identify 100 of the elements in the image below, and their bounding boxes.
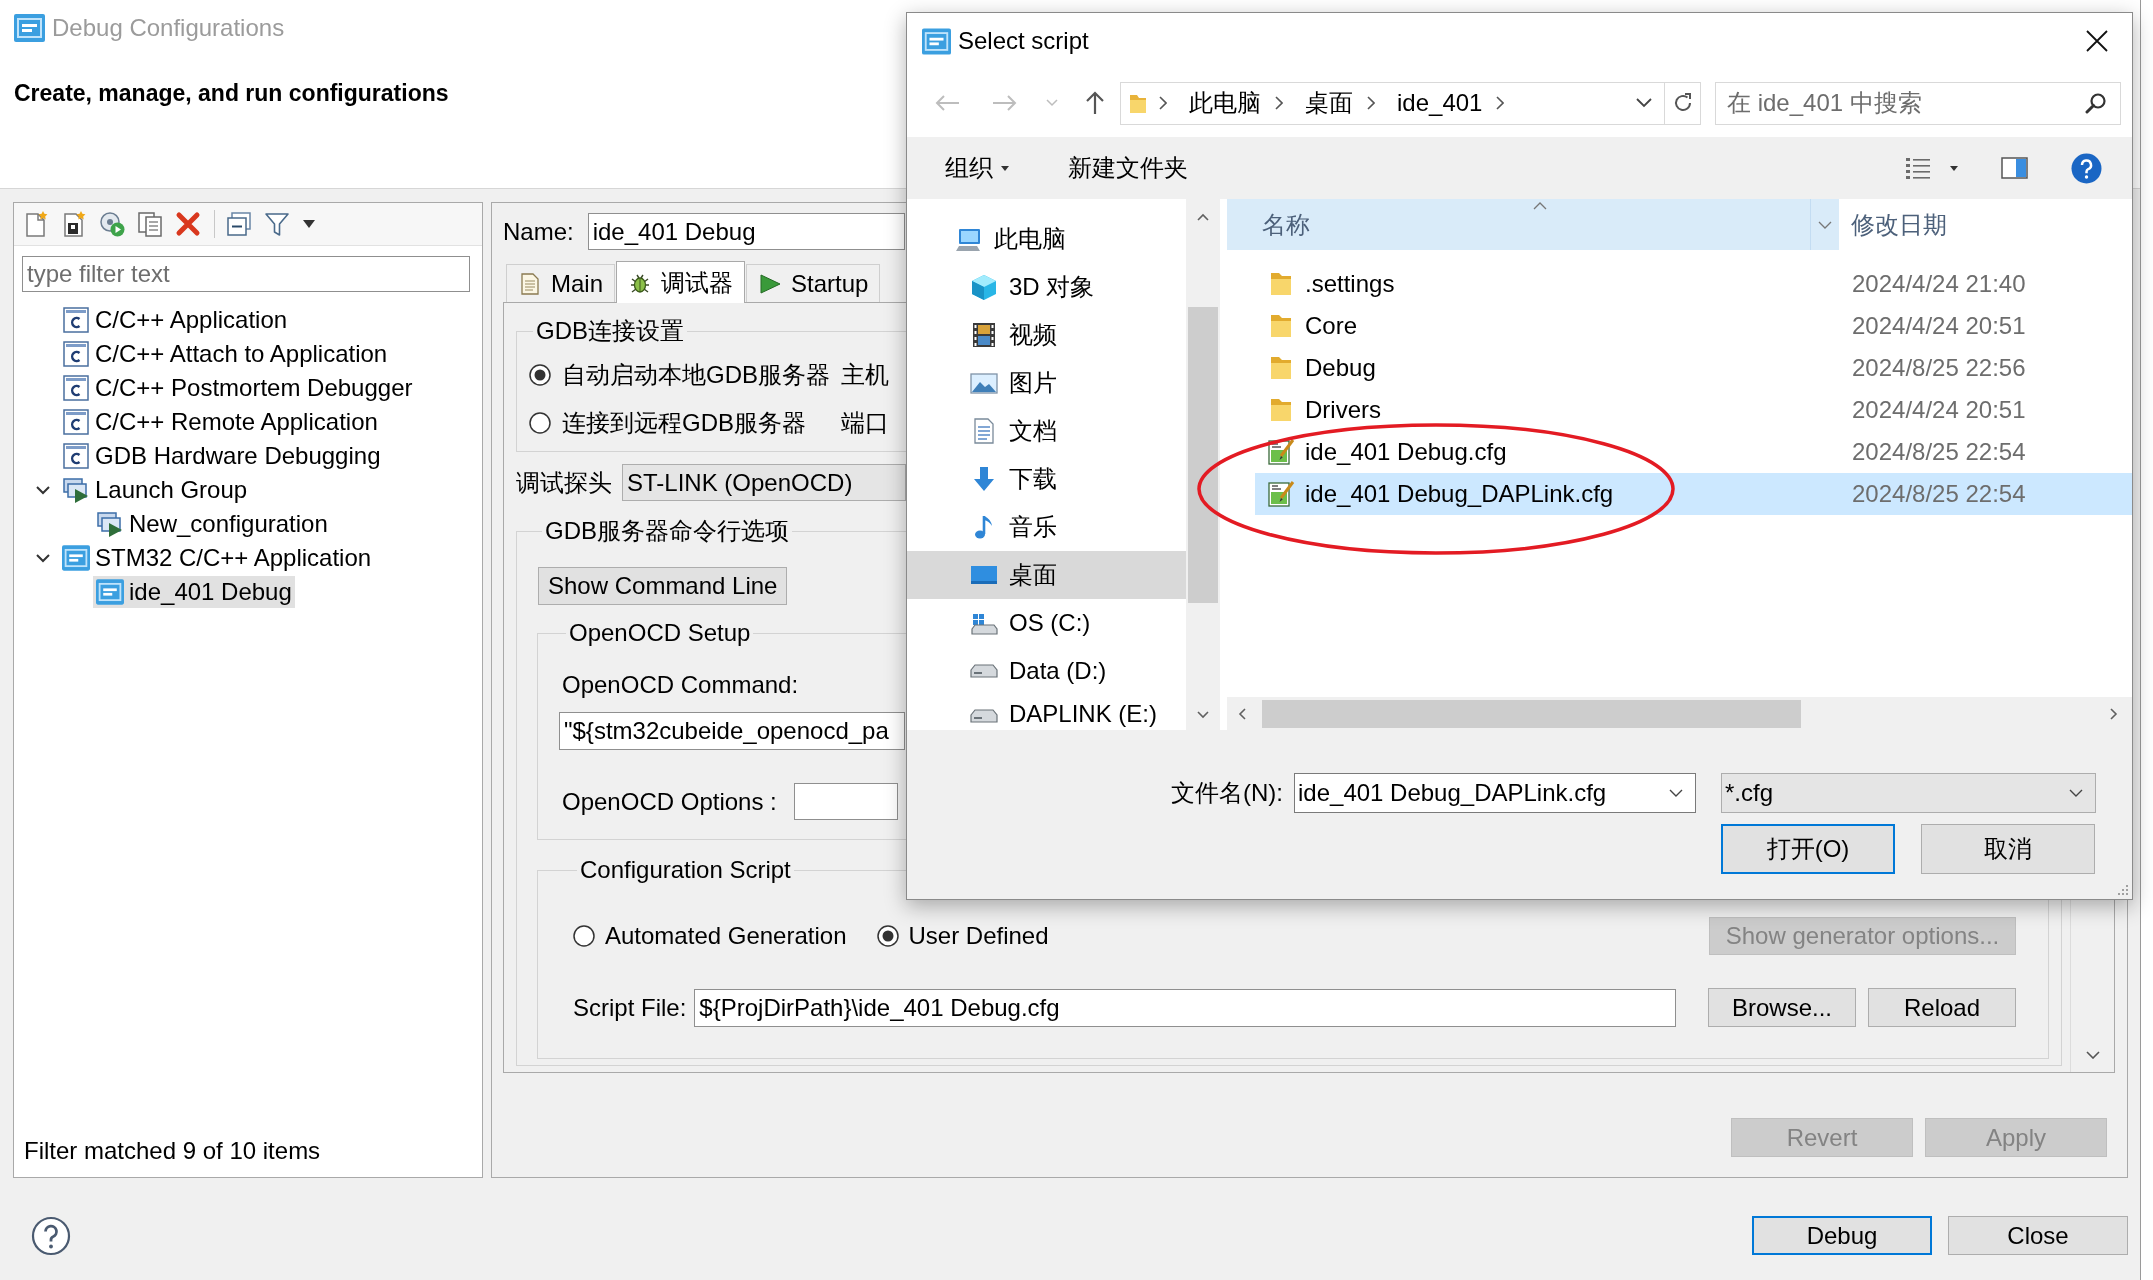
preview-pane-icon[interactable] bbox=[2001, 156, 2028, 180]
filter-status-text: Filter matched 9 of 10 items bbox=[24, 1136, 321, 1166]
options-field[interactable] bbox=[793, 783, 898, 820]
show-command-line-button[interactable]: Show Command Line bbox=[538, 567, 788, 605]
filter-field[interactable]: type filter text bbox=[22, 256, 470, 292]
radio-option[interactable]: 自动启动本地GDB服务器 bbox=[529, 360, 830, 390]
tree-item[interactable]: New_configuration bbox=[93, 508, 331, 540]
scrollbar-thumb[interactable] bbox=[1262, 699, 1801, 728]
tab[interactable]: Startup bbox=[746, 264, 881, 302]
chevron-right-icon[interactable] bbox=[1275, 96, 1283, 110]
tree-item[interactable]: ide_401 Debug bbox=[93, 576, 295, 608]
launch-group-icon bbox=[96, 510, 124, 538]
file-date: 2024/8/25 22:56 bbox=[1852, 353, 2026, 383]
collapse-all-icon[interactable] bbox=[225, 210, 253, 238]
file-name: Debug bbox=[1305, 353, 1376, 383]
file-date: 2024/4/24 21:40 bbox=[1852, 269, 2026, 299]
up-arrow-icon[interactable] bbox=[1085, 91, 1105, 115]
nav-item[interactable]: 视频 bbox=[907, 311, 1186, 359]
group-title: OpenOCD Setup bbox=[568, 618, 752, 648]
script-action-button[interactable]: Reload bbox=[1868, 988, 2016, 1027]
nav-item[interactable]: DAPLINK (E:) bbox=[907, 695, 1186, 729]
breadcrumb-item[interactable]: ide_401 bbox=[1397, 88, 1483, 118]
c-icon bbox=[62, 374, 90, 402]
file-row[interactable]: ide_401 Debug.cfg 2024/8/25 22:54 bbox=[1255, 431, 2132, 473]
chevron-right-icon[interactable] bbox=[1367, 96, 1375, 110]
tab[interactable]: Main bbox=[506, 264, 616, 302]
command-button[interactable]: 组织 bbox=[945, 153, 1009, 183]
nav-item[interactable]: 音乐 bbox=[907, 503, 1186, 551]
filter-icon[interactable] bbox=[263, 210, 291, 238]
play-icon bbox=[758, 271, 783, 296]
nav-item[interactable]: 下载 bbox=[907, 455, 1186, 503]
delete-icon[interactable] bbox=[174, 210, 202, 238]
help-icon[interactable] bbox=[31, 1216, 71, 1256]
tree-item[interactable]: Launch Group bbox=[59, 474, 251, 506]
file-name: .settings bbox=[1305, 269, 1395, 299]
drive-icon bbox=[970, 709, 998, 723]
script-file-field[interactable]: ${ProjDirPath}\ide_401 Debug.cfg bbox=[694, 988, 1676, 1027]
nav-item[interactable]: 3D 对象 bbox=[907, 263, 1186, 311]
tree-item[interactable]: C/C++ Application bbox=[59, 304, 291, 336]
search-field[interactable]: 在 ide_401 中搜索 bbox=[1715, 81, 2121, 125]
dialog-button[interactable]: Debug bbox=[1752, 1216, 1932, 1255]
dropdown-caret-icon[interactable] bbox=[303, 220, 315, 228]
dialog-button[interactable]: 打开(O) bbox=[1721, 824, 1895, 874]
scrollbar-thumb[interactable] bbox=[1188, 307, 1218, 603]
probe-dropdown[interactable]: ST-LINK (OpenOCD) bbox=[622, 464, 906, 501]
caret-down-icon[interactable] bbox=[1950, 165, 1958, 171]
history-chevron-icon[interactable] bbox=[1636, 98, 1652, 108]
window-title: Debug Configurations bbox=[52, 12, 285, 43]
nav-item[interactable]: 文档 bbox=[907, 407, 1186, 455]
tree-item[interactable]: C/C++ Attach to Application bbox=[59, 338, 391, 370]
search-icon[interactable] bbox=[2085, 91, 2107, 114]
file-row[interactable]: .settings 2024/4/24 21:40 bbox=[1255, 263, 2132, 305]
breadcrumb-item[interactable]: 桌面 bbox=[1305, 88, 1353, 118]
command-label: OpenOCD Command: bbox=[562, 670, 799, 700]
file-date: 2024/8/25 22:54 bbox=[1852, 479, 2026, 509]
nav-item[interactable]: OS (C:) bbox=[907, 599, 1186, 647]
nav-item[interactable]: 桌面 bbox=[907, 551, 1186, 599]
nav-item[interactable]: 图片 bbox=[907, 359, 1186, 407]
file-row[interactable]: Drivers 2024/4/24 20:51 bbox=[1255, 389, 2132, 431]
caret-down-icon bbox=[1001, 165, 1009, 171]
file-name-combo[interactable]: ide_401 Debug_DAPLink.cfg bbox=[1294, 773, 1696, 813]
address-bar[interactable]: 此电脑 桌面 ide_401 bbox=[1120, 81, 1701, 125]
name-field[interactable]: ide_401 Debug bbox=[587, 213, 905, 250]
dialog-button[interactable]: 取消 bbox=[1921, 824, 2095, 874]
launch-group-icon bbox=[62, 476, 90, 504]
radio-option[interactable]: User Defined bbox=[876, 921, 1049, 951]
document-icon bbox=[518, 271, 542, 296]
tree-item[interactable]: C/C++ Postmortem Debugger bbox=[59, 372, 416, 404]
column-menu-chevron-icon[interactable] bbox=[1818, 220, 1832, 229]
column-header[interactable]: 名称 bbox=[1227, 199, 1839, 250]
file-row[interactable]: ide_401 Debug_DAPLink.cfg 2024/8/25 22:54 bbox=[1255, 473, 2132, 515]
tree-item[interactable]: GDB Hardware Debugging bbox=[59, 440, 384, 472]
tree-item[interactable]: C/C++ Remote Application bbox=[59, 406, 381, 438]
duplicate-icon[interactable] bbox=[136, 210, 164, 238]
nav-item[interactable]: 此电脑 bbox=[907, 215, 1186, 263]
command-button[interactable]: 新建文件夹 bbox=[1068, 153, 1188, 183]
script-action-button[interactable]: Browse... bbox=[1708, 988, 1856, 1027]
file-type-combo[interactable]: *.cfg bbox=[1721, 773, 2096, 813]
radio-option[interactable]: 连接到远程GDB服务器 bbox=[529, 408, 806, 438]
file-row[interactable]: Core 2024/4/24 20:51 bbox=[1255, 305, 2132, 347]
tab[interactable]: 调试器 bbox=[616, 261, 746, 303]
file-row[interactable]: Debug 2024/8/25 22:56 bbox=[1255, 347, 2132, 389]
tree-item[interactable]: STM32 C/C++ Application bbox=[59, 542, 375, 574]
launch-config-icon[interactable] bbox=[98, 210, 126, 238]
options-label: OpenOCD Options : bbox=[562, 786, 777, 817]
nav-item[interactable]: Data (D:) bbox=[907, 647, 1186, 695]
help-icon[interactable] bbox=[2071, 152, 2102, 184]
view-list-icon[interactable] bbox=[1904, 155, 1932, 181]
group-title: Configuration Script bbox=[579, 855, 792, 885]
close-icon[interactable] bbox=[2086, 30, 2108, 52]
folder-icon bbox=[1129, 92, 1147, 114]
column-header[interactable]: 修改日期 bbox=[1839, 199, 1947, 250]
c-icon bbox=[62, 306, 90, 334]
resize-grip-icon[interactable] bbox=[2117, 884, 2129, 896]
breadcrumb-item[interactable]: 此电脑 bbox=[1189, 88, 1261, 118]
command-field[interactable]: "${stm32cubeide_openocd_pa bbox=[559, 712, 905, 750]
dialog-button[interactable]: Close bbox=[1948, 1216, 2128, 1255]
chevron-right-icon[interactable] bbox=[1159, 96, 1167, 110]
radio-option[interactable]: Automated Generation bbox=[573, 921, 847, 951]
chevron-right-icon[interactable] bbox=[1496, 96, 1505, 110]
